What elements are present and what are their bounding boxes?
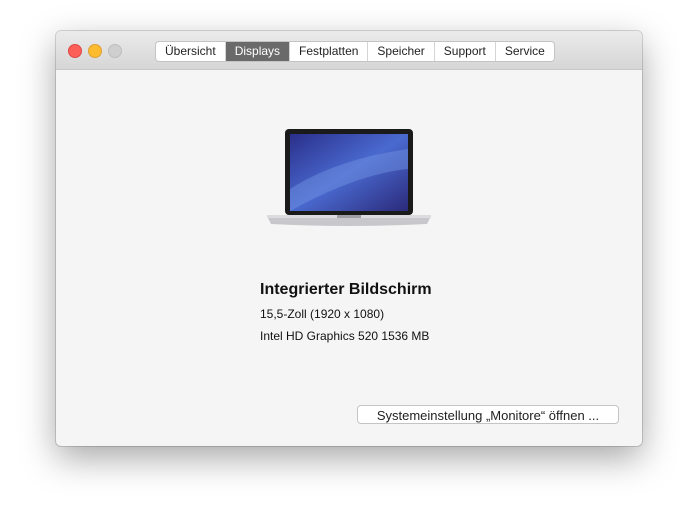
display-name: Integrierter Bildschirm [260, 281, 432, 298]
tab-storage[interactable]: Festplatten [289, 42, 367, 61]
tab-displays[interactable]: Displays [224, 42, 290, 61]
laptop-icon [267, 129, 431, 226]
zoom-button[interactable] [108, 44, 122, 58]
titlebar: Übersicht Displays Festplatten Speicher … [56, 31, 642, 70]
graphics-info: Intel HD Graphics 520 1536 MB [260, 329, 430, 343]
display-size: 15,5-Zoll (1920 x 1080) [260, 307, 385, 321]
tab-overview[interactable]: Übersicht [156, 42, 225, 61]
close-button[interactable] [68, 44, 82, 58]
open-monitor-preferences-button[interactable]: Systemeinstellung „Monitore“ öffnen ... [357, 405, 619, 424]
tab-memory[interactable]: Speicher [367, 42, 433, 61]
minimize-button[interactable] [88, 44, 102, 58]
tab-bar: Übersicht Displays Festplatten Speicher … [155, 41, 555, 62]
tab-service[interactable]: Service [494, 42, 554, 61]
tab-support[interactable]: Support [433, 42, 495, 61]
about-this-mac-window: Übersicht Displays Festplatten Speicher … [56, 31, 642, 446]
